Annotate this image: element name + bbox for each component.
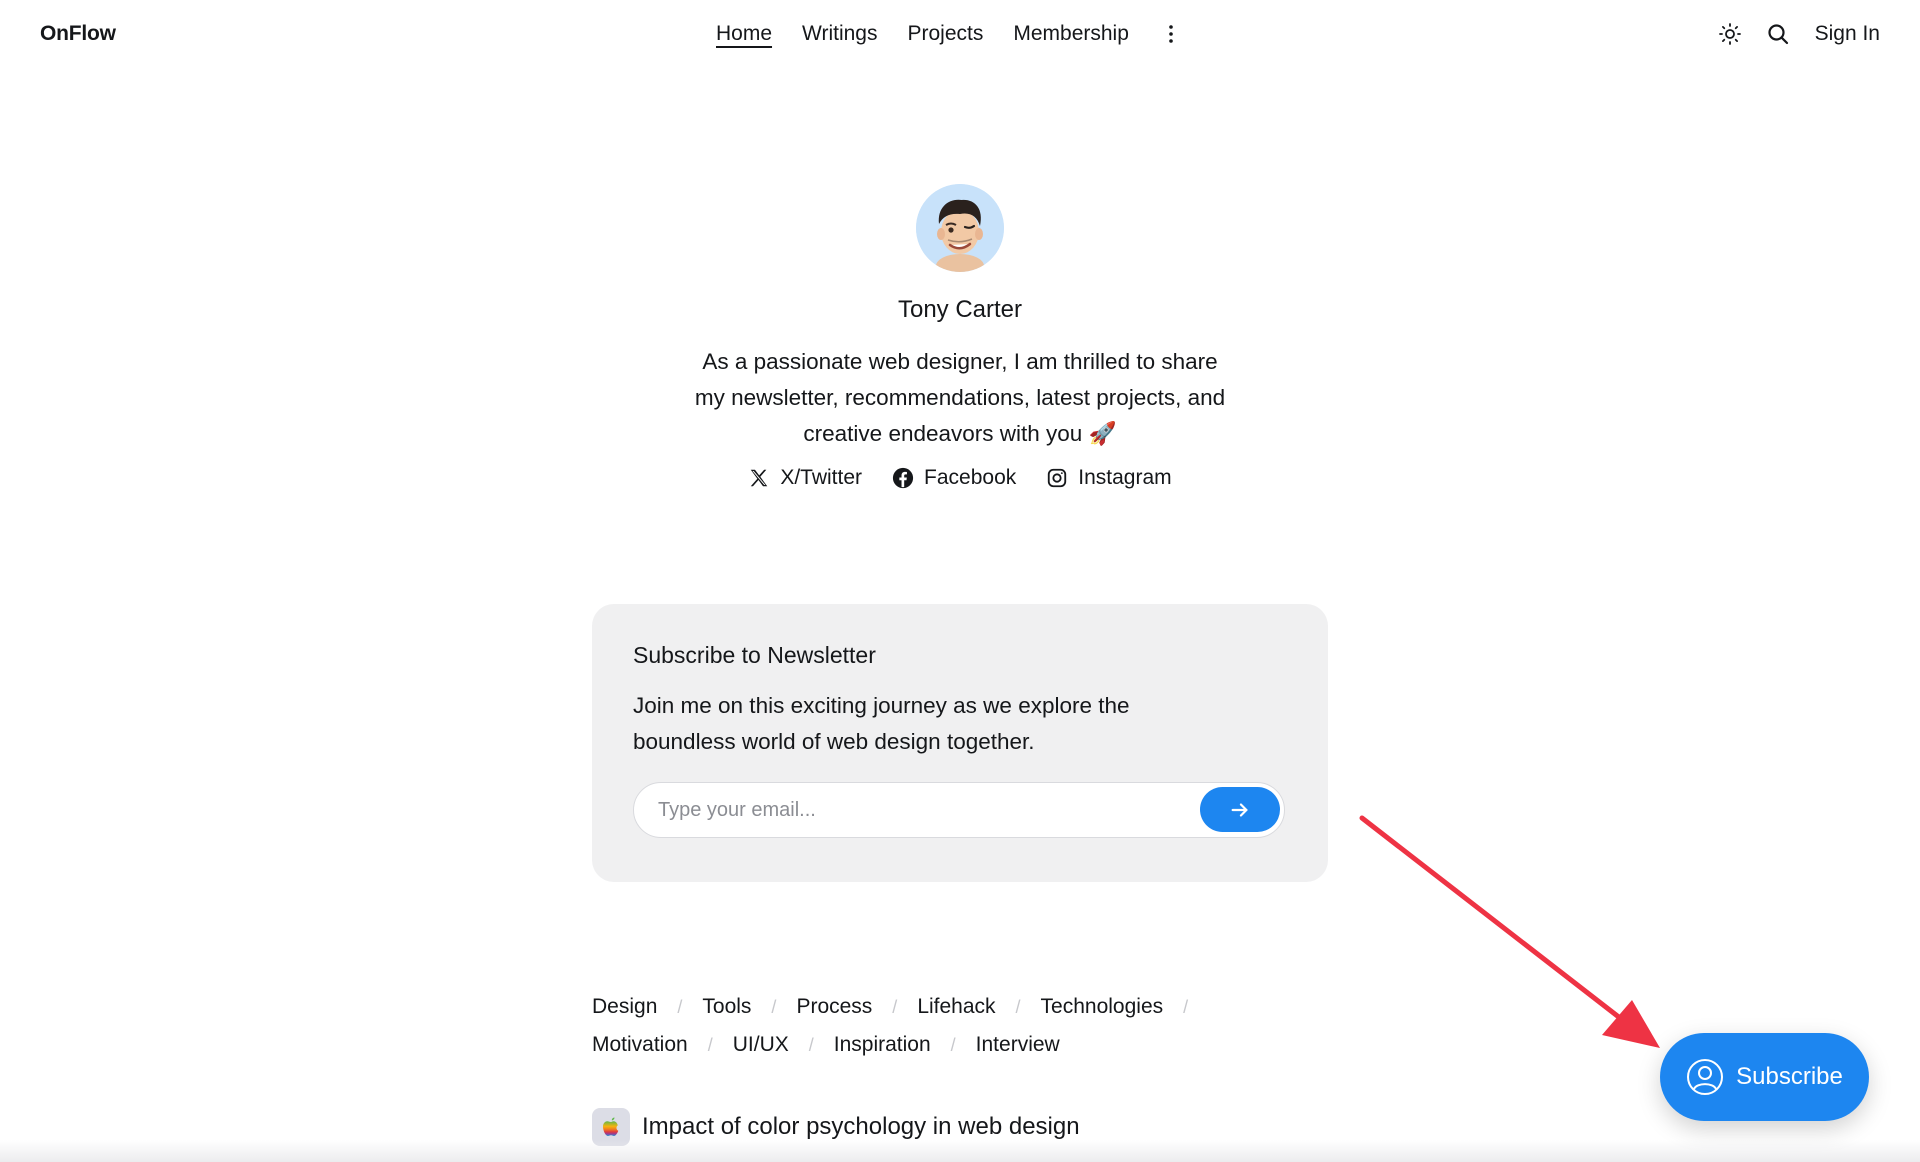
tag-lifehack[interactable]: Lifehack bbox=[917, 988, 995, 1026]
user-circle-icon bbox=[1686, 1058, 1724, 1096]
tag-separator: / bbox=[1183, 997, 1189, 1017]
tag-motivation[interactable]: Motivation bbox=[592, 1026, 688, 1064]
newsletter-desc-line: boundless world of web design together. bbox=[633, 729, 1035, 754]
tag-separator: / bbox=[771, 997, 777, 1017]
social-links: X/Twitter Facebook Instagram bbox=[0, 466, 1920, 490]
tag-separator: / bbox=[950, 1035, 956, 1055]
author-name: Tony Carter bbox=[897, 296, 1023, 323]
tag-separator: / bbox=[808, 1035, 814, 1055]
arrow-right-icon bbox=[1231, 802, 1248, 817]
search-icon[interactable] bbox=[1765, 21, 1791, 47]
main-nav: Home Writings Projects Membership bbox=[716, 22, 1183, 46]
sun-icon[interactable] bbox=[1717, 21, 1743, 47]
email-submit-button[interactable] bbox=[1200, 787, 1280, 832]
tag-interview[interactable]: Interview bbox=[976, 1026, 1060, 1064]
tag-technologies[interactable]: Technologies bbox=[1041, 988, 1164, 1026]
bio-line: creative endeavors with you 🚀 bbox=[803, 421, 1117, 446]
site-logo[interactable]: OnFlow bbox=[40, 22, 116, 46]
subscribe-button[interactable]: Subscribe bbox=[1660, 1033, 1869, 1121]
nav-writings[interactable]: Writings bbox=[802, 22, 877, 46]
x-icon bbox=[748, 467, 770, 489]
nav-home[interactable]: Home bbox=[716, 22, 772, 46]
email-form bbox=[633, 782, 1285, 838]
email-input[interactable] bbox=[656, 783, 1180, 838]
post-title: Impact of color psychology in web design bbox=[642, 1113, 1080, 1140]
social-label: X/Twitter bbox=[780, 466, 863, 489]
bio-line: my newsletter, recommendations, latest p… bbox=[694, 385, 1226, 410]
tag-separator: / bbox=[677, 997, 683, 1017]
tag-ui-ux[interactable]: UI/UX bbox=[733, 1026, 789, 1064]
newsletter-desc-line: Join me on this exciting journey as we e… bbox=[633, 693, 1130, 718]
tag-row: Motivation / UI/UX / Inspiration / Inter… bbox=[592, 1026, 1352, 1064]
newsletter-title: Subscribe to Newsletter bbox=[633, 642, 876, 668]
sign-in-link[interactable]: Sign In bbox=[1815, 22, 1880, 46]
tag-design[interactable]: Design bbox=[592, 988, 657, 1026]
tag-process[interactable]: Process bbox=[796, 988, 872, 1026]
memoji-avatar-icon bbox=[916, 184, 1004, 272]
tag-separator: / bbox=[1015, 997, 1021, 1017]
nav-membership[interactable]: Membership bbox=[1013, 22, 1129, 46]
social-link-instagram[interactable]: Instagram bbox=[1046, 466, 1172, 490]
social-label: Facebook bbox=[924, 466, 1017, 489]
avatar bbox=[916, 184, 1004, 272]
tag-list: Design / Tools / Process / Lifehack / Te… bbox=[592, 988, 1352, 1064]
header-actions: Sign In bbox=[1717, 21, 1880, 47]
subscribe-label: Subscribe bbox=[1736, 1063, 1843, 1090]
instagram-icon bbox=[1046, 467, 1068, 489]
vertical-dots-icon[interactable] bbox=[1159, 22, 1183, 46]
facebook-icon bbox=[892, 467, 914, 489]
bio-line: As a passionate web designer, I am thril… bbox=[702, 349, 1218, 374]
site-header: OnFlow Home Writings Projects Membership… bbox=[0, 0, 1920, 72]
tag-tools[interactable]: Tools bbox=[702, 988, 751, 1026]
social-link-x[interactable]: X/Twitter bbox=[748, 466, 862, 490]
social-label: Instagram bbox=[1078, 466, 1172, 489]
tag-row: Design / Tools / Process / Lifehack / Te… bbox=[592, 988, 1352, 1026]
newsletter-description: Join me on this exciting journey as we e… bbox=[633, 688, 1253, 760]
newsletter-card: Subscribe to Newsletter Join me on this … bbox=[592, 604, 1328, 882]
tag-separator: / bbox=[892, 997, 898, 1017]
social-link-facebook[interactable]: Facebook bbox=[892, 466, 1016, 490]
nav-projects[interactable]: Projects bbox=[908, 22, 984, 46]
bottom-fade bbox=[0, 1140, 1920, 1162]
author-bio: As a passionate web designer, I am thril… bbox=[660, 344, 1260, 452]
tag-inspiration[interactable]: Inspiration bbox=[834, 1026, 931, 1064]
tag-separator: / bbox=[707, 1035, 713, 1055]
